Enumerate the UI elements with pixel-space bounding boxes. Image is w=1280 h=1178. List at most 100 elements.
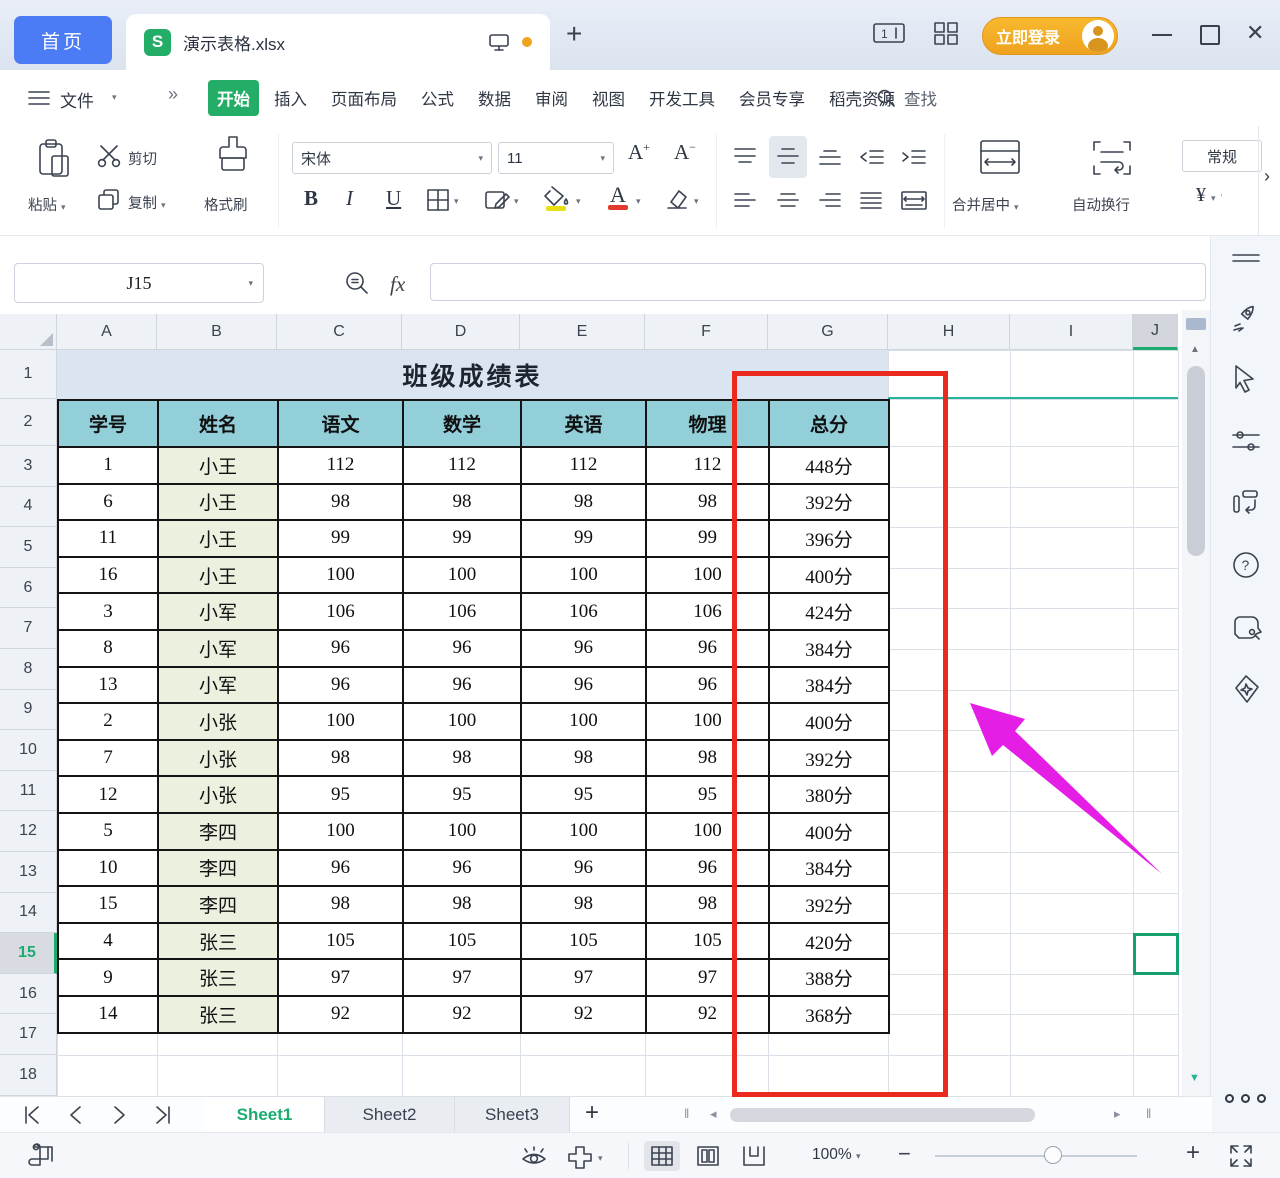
cell[interactable]: 15 [58,886,158,923]
menu-tab-8[interactable]: 会员专享 [730,80,814,116]
cell[interactable]: 9 [58,959,158,996]
workflow-icon[interactable] [1231,488,1261,518]
column-header-i[interactable]: I [1010,314,1133,350]
zoom-formula-icon[interactable] [344,270,370,296]
cell[interactable]: 100 [403,557,521,594]
format-painter-button[interactable]: 格式刷 [204,194,248,215]
align-bottom-icon[interactable] [817,146,843,168]
align-center-icon[interactable] [775,190,801,212]
format-painter-icon[interactable] [212,134,254,184]
cell[interactable]: 98 [521,886,646,923]
cell[interactable]: 99 [403,520,521,557]
table-header-cell[interactable]: 语文 [278,400,403,447]
decrease-font-button[interactable]: A− [674,140,696,165]
macro-record-icon[interactable] [26,1141,58,1171]
cell[interactable]: 100 [521,813,646,850]
fx-icon[interactable]: fx [390,272,405,297]
cell[interactable]: 11 [58,520,158,557]
column-header-h[interactable]: H [888,314,1010,350]
menu-tab-3[interactable]: 公式 [412,80,463,116]
page-layout-view-button[interactable] [690,1141,726,1171]
cell[interactable]: 98 [278,886,403,923]
column-header-j-selected[interactable]: J [1133,314,1178,350]
row-header-6[interactable]: 6 [0,568,57,609]
distribute-text-icon[interactable] [900,188,928,212]
row-header-5[interactable]: 5 [0,527,57,568]
cell[interactable]: 7 [58,740,158,777]
font-name-select[interactable]: 宋体▾ [292,142,492,174]
cell[interactable]: 小张 [158,776,278,813]
scroll-down-icon[interactable]: ▼ [1189,1072,1200,1084]
cell[interactable]: 1 [58,447,158,484]
zoom-slider-track[interactable] [935,1155,1137,1157]
column-header-a[interactable]: A [57,314,157,350]
cell[interactable]: 100 [278,557,403,594]
row-header-13[interactable]: 13 [0,852,57,893]
cell[interactable]: 12 [58,776,158,813]
row-header-10[interactable]: 10 [0,730,57,771]
cut-icon[interactable] [96,144,122,168]
underline-button[interactable]: U [386,186,401,211]
home-button[interactable]: 首页 [14,16,112,64]
cell[interactable]: 98 [521,484,646,521]
vertical-scrollbar[interactable]: ▲ ▼ [1182,310,1210,1096]
cell[interactable]: 97 [278,959,403,996]
apps-grid-icon[interactable] [932,20,960,46]
sheet-tab-sheet1[interactable]: Sheet1 [205,1097,325,1132]
align-top-icon[interactable] [732,146,758,168]
cell[interactable]: 105 [278,923,403,960]
horizontal-scroll-thumb[interactable] [730,1108,1035,1122]
cell[interactable]: 4 [58,923,158,960]
row-header-17[interactable]: 17 [0,1014,57,1055]
column-header-b[interactable]: B [157,314,277,350]
borders-button[interactable] [426,188,450,212]
cell[interactable]: 13 [58,667,158,704]
cell[interactable]: 张三 [158,996,278,1033]
table-header-cell[interactable]: 英语 [521,400,646,447]
column-header-d[interactable]: D [402,314,520,350]
align-middle-icon[interactable] [775,146,801,168]
cell[interactable]: 106 [521,593,646,630]
zoom-out-button[interactable]: − [898,1141,911,1167]
wrap-text-button[interactable]: 自动换行 [1072,194,1130,215]
scrollbar-box[interactable] [1186,318,1206,330]
cell[interactable]: 96 [521,667,646,704]
currency-button[interactable]: ¥ ▾ ' [1196,184,1223,207]
cell[interactable]: 97 [403,959,521,996]
cell[interactable]: 95 [521,776,646,813]
hscroll-right-icon[interactable]: ▸ [1114,1106,1121,1122]
row-header-8[interactable]: 8 [0,649,57,690]
cell[interactable]: 10 [58,850,158,887]
cell[interactable]: 98 [521,740,646,777]
feedback-icon[interactable] [1231,612,1263,642]
cell[interactable]: 95 [278,776,403,813]
column-header-f[interactable]: F [645,314,768,350]
align-right-icon[interactable] [817,190,843,212]
number-format-select[interactable]: 常规 [1182,140,1262,172]
menu-tab-6[interactable]: 视图 [583,80,634,116]
cell[interactable]: 李四 [158,813,278,850]
page-break-view-button[interactable] [736,1141,772,1171]
row-header-14[interactable]: 14 [0,893,57,934]
add-sheet-button[interactable]: + [585,1099,599,1127]
cell[interactable]: 小张 [158,740,278,777]
hamburger-menu-icon[interactable] [28,89,50,107]
decrease-indent-icon[interactable] [858,146,886,168]
copy-button[interactable]: 复制 ▾ [128,192,166,213]
document-tab[interactable]: S 演示表格.xlsx [126,14,550,70]
cell[interactable]: 95 [403,776,521,813]
paste-button[interactable]: 粘贴 ▾ [28,194,66,215]
cell[interactable]: 8 [58,630,158,667]
column-header-e[interactable]: E [520,314,645,350]
hscroll-left-icon[interactable]: ◂ [710,1106,717,1122]
justify-icon[interactable] [858,190,884,212]
font-color-button[interactable]: A [604,182,632,212]
fullscreen-icon[interactable] [1228,1143,1254,1169]
row-header-12[interactable]: 12 [0,811,57,852]
cell[interactable]: 98 [403,740,521,777]
table-header-cell[interactable]: 姓名 [158,400,278,447]
location-pin-icon[interactable] [1231,674,1261,704]
presentation-monitor-icon[interactable] [488,32,510,52]
cell[interactable]: 96 [278,630,403,667]
cell[interactable]: 98 [403,484,521,521]
